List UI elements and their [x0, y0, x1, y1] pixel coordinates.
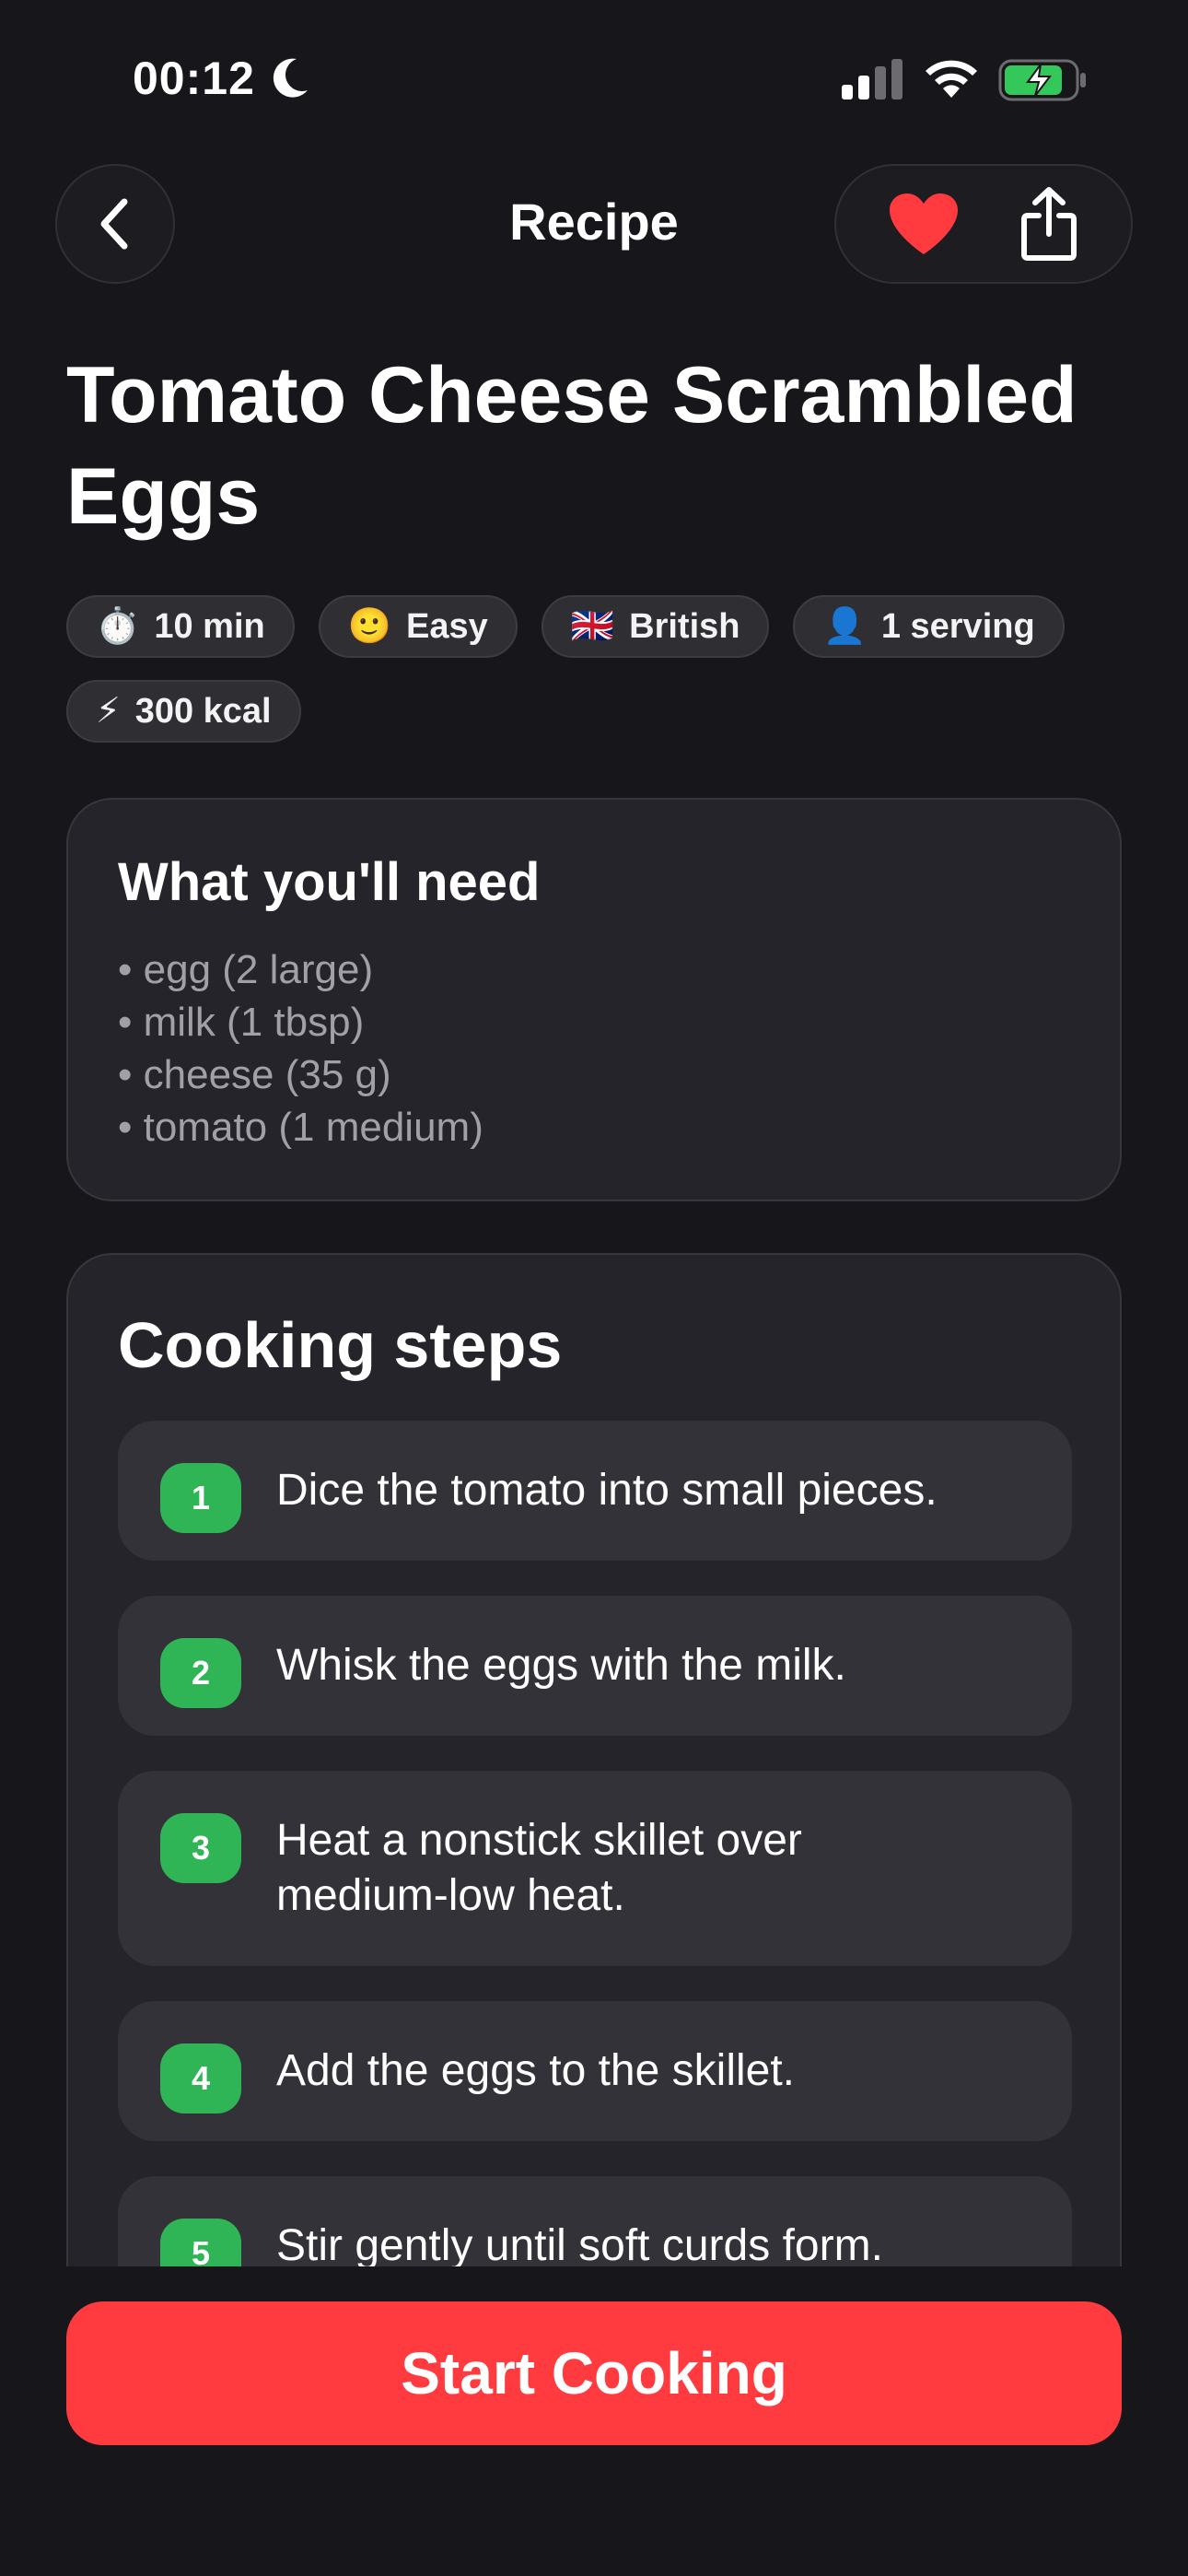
step-item: 1 Dice the tomato into small pieces.	[118, 1421, 1072, 1561]
heart-icon[interactable]	[888, 192, 960, 256]
tag-servings: 👤 1 serving	[793, 595, 1065, 658]
action-group	[834, 164, 1133, 284]
ingredients-card: What you'll need • egg (2 large) • milk …	[66, 798, 1122, 1201]
tag-calories: ⚡ 300 kcal	[66, 680, 301, 743]
start-cooking-button[interactable]: Start Cooking	[66, 2301, 1122, 2445]
step-number-badge: 3	[160, 1813, 241, 1883]
tag-time: ⏱️ 10 min	[66, 595, 295, 658]
step-text: Add the eggs to the skillet.	[276, 2046, 796, 2095]
tag-list: ⏱️ 10 min 🙂 Easy 🇬🇧 British 👤 1 serving …	[66, 595, 1125, 743]
ingredient-item: • cheese (35 g)	[118, 1052, 391, 1097]
tag-cuisine: 🇬🇧 British	[541, 595, 770, 658]
tag-label: 10 min	[154, 606, 265, 646]
stopwatch-icon: ⏱️	[96, 607, 140, 646]
tag-label: British	[629, 606, 740, 646]
step-number-badge: 4	[160, 2043, 241, 2113]
tag-label: Easy	[406, 606, 488, 646]
ingredients-list: • egg (2 large) • milk (1 tbsp) • cheese…	[118, 943, 483, 1153]
step-item: 2 Whisk the eggs with the milk.	[118, 1596, 1072, 1736]
tag-label: 300 kcal	[134, 691, 272, 731]
step-text: Whisk the eggs with the milk.	[276, 1641, 846, 1690]
lightning-icon: ⚡	[96, 692, 121, 731]
share-icon[interactable]	[1019, 186, 1079, 262]
tag-label: 1 serving	[880, 606, 1035, 646]
step-item: 4 Add the eggs to the skillet.	[118, 2001, 1072, 2141]
recipe-title: Tomato Cheese Scrambled Eggs	[66, 351, 1077, 541]
status-time: 00:12	[133, 53, 255, 104]
ingredients-heading: What you'll need	[118, 852, 541, 912]
tag-difficulty: 🙂 Easy	[318, 595, 518, 658]
person-icon: 👤	[822, 607, 867, 646]
step-text: Dice the tomato into small pieces.	[276, 1466, 938, 1515]
uk-flag-icon: 🇬🇧	[570, 607, 615, 646]
step-number-badge: 1	[160, 1463, 241, 1533]
ingredient-item: • egg (2 large)	[118, 947, 374, 992]
battery-icon	[998, 59, 1086, 101]
ingredient-item: • tomato (1 medium)	[118, 1105, 483, 1150]
steps-heading: Cooking steps	[118, 1309, 563, 1381]
ingredient-item: • milk (1 tbsp)	[118, 1000, 365, 1045]
steps-list: 1 Dice the tomato into small pieces. 2 W…	[118, 1421, 1072, 2351]
smiley-icon: 🙂	[347, 607, 392, 646]
steps-card[interactable]: Cooking steps 1 Dice the tomato into sma…	[66, 1253, 1122, 2359]
step-text: Stir gently until soft curds form.	[276, 2221, 883, 2270]
step-text: Heat a nonstick skillet over medium-low …	[276, 1816, 802, 1920]
wifi-icon	[926, 60, 977, 98]
step-item: 3 Heat a nonstick skillet over medium-lo…	[118, 1771, 1072, 1966]
moon-icon	[273, 58, 308, 98]
step-number-badge: 2	[160, 1638, 241, 1708]
signal-icon	[842, 59, 903, 100]
